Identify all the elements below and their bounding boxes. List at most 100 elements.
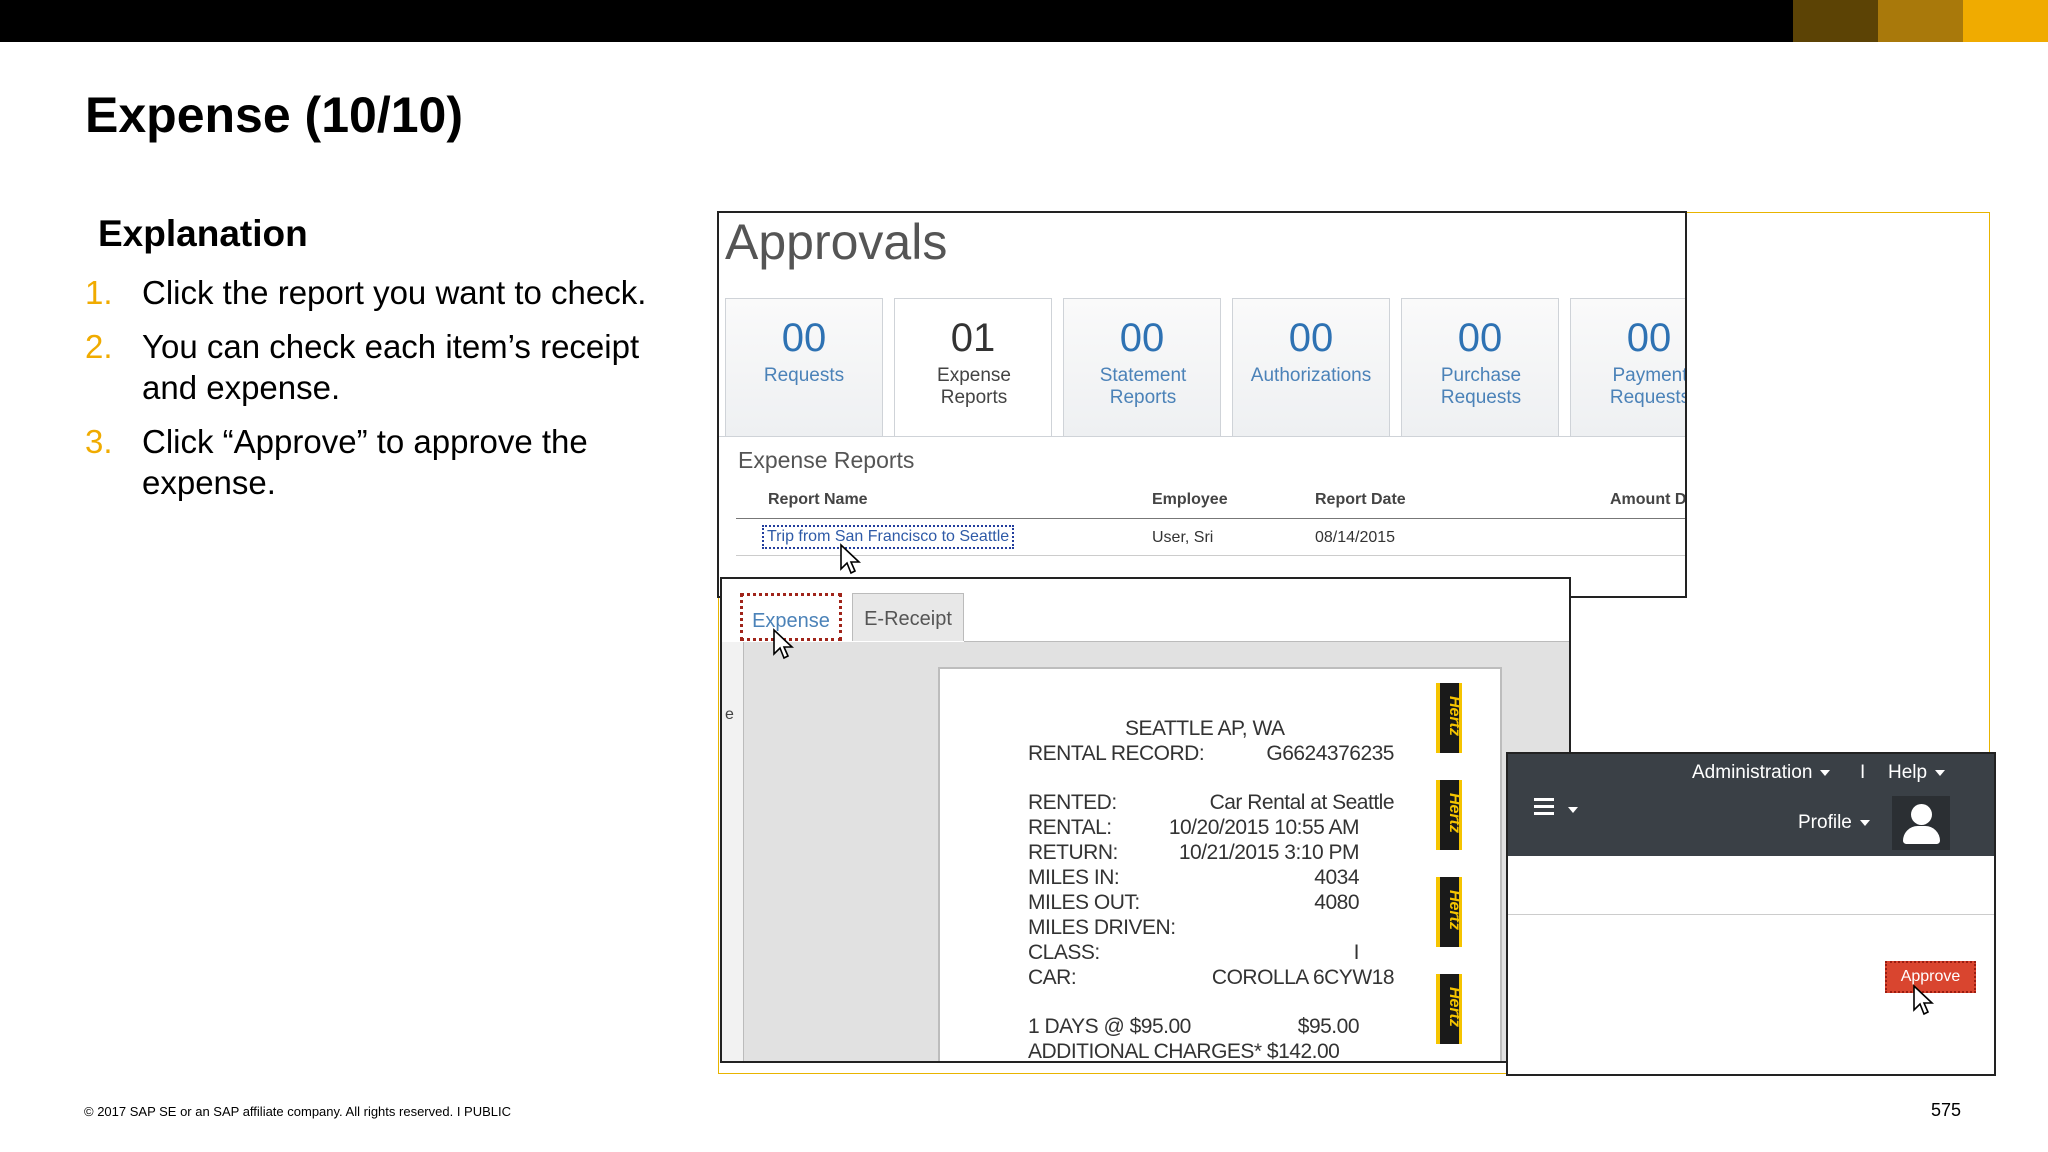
chevron-down-icon (1820, 769, 1831, 776)
hertz-logo: Hertz (1436, 877, 1463, 947)
chevron-down-icon (1935, 769, 1946, 776)
header-separator: I (1860, 762, 1866, 783)
tile-label: Expense Reports (937, 365, 1011, 408)
tile-count: 00 (1626, 316, 1672, 360)
tile-requests[interactable]: 00 Requests (725, 298, 883, 436)
report-link[interactable]: Trip from San Francisco to Seattle (762, 525, 1015, 549)
mouse-pointer-icon (840, 543, 862, 575)
tile-statement-reports[interactable]: 00 Statement Reports (1063, 298, 1221, 436)
hertz-logo: Hertz (1436, 974, 1463, 1044)
receipt-label: RENTAL RECORD: (1028, 742, 1205, 765)
hertz-logo: Hertz (1436, 683, 1463, 753)
receipt-value: I (1353, 941, 1360, 964)
tile-label: Requests (763, 365, 845, 386)
header-divider (736, 518, 1685, 519)
profile-menu[interactable]: Profile (1798, 812, 1870, 834)
help-label: Help (1888, 762, 1928, 783)
tab-e-receipt[interactable]: E-Receipt (852, 593, 964, 641)
step-text: You can check each item’s receipt and ex… (142, 328, 640, 406)
tile-expense-reports[interactable]: 01 Expense Reports (894, 298, 1052, 436)
receipt-label: MILES IN: (1028, 866, 1120, 889)
column-header-amount[interactable]: Amount D (1610, 491, 1685, 509)
receipt-value: 4034 (1314, 866, 1359, 889)
receipt-label: MILES DRIVEN: (1028, 916, 1176, 939)
e-receipt-image: SEATTLE AP, WA RENTAL RECORD: G662437623… (938, 667, 1502, 1063)
step-number: 3. (85, 423, 113, 460)
mouse-pointer-icon (1913, 984, 1935, 1016)
approvals-panel: Approvals 00 Requests 01 Expense Reports… (717, 211, 1687, 598)
accent-swatch-gold (1963, 0, 2048, 42)
profile-label: Profile (1798, 812, 1852, 833)
expense-detail-panel: e Expense E-Receipt SEATTLE AP, WA RENTA… (720, 577, 1571, 1063)
hertz-logo: Hertz (1436, 780, 1463, 850)
column-header-report-name[interactable]: Report Name (768, 491, 868, 509)
tile-label: Statement Reports (1099, 365, 1187, 408)
content-divider (1508, 914, 1994, 915)
receipt-value: COROLLA 6CYW18 (1211, 966, 1395, 989)
receipt-label: ADDITIONAL CHARGES* $142.00 (1028, 1040, 1340, 1063)
approval-tiles: 00 Requests 01 Expense Reports 00 Statem… (719, 285, 1687, 436)
left-side-strip: e (722, 642, 744, 1061)
side-letter: e (725, 706, 734, 723)
expense-reports-heading: Expense Reports (738, 447, 915, 473)
receipt-label: RETURN: (1028, 841, 1118, 864)
column-header-employee[interactable]: Employee (1152, 491, 1228, 509)
receipt-value: 10/21/2015 3:10 PM (1178, 841, 1360, 864)
tile-count: 00 (1288, 316, 1334, 360)
administration-menu[interactable]: Administration (1692, 762, 1831, 784)
step-number: 1. (85, 274, 113, 311)
header-approve-panel: Administration I Help Profile Approve (1506, 752, 1996, 1076)
logo-text: Hertz (1446, 986, 1463, 1027)
administration-label: Administration (1692, 762, 1813, 783)
avatar-icon[interactable] (1892, 796, 1950, 850)
tile-label: Purchase Requests (1440, 365, 1522, 408)
step-number: 2. (85, 328, 113, 365)
row-employee: User, Sri (1152, 529, 1214, 546)
top-bar (0, 0, 2048, 42)
receipt-label: 1 DAYS @ $95.00 (1028, 1015, 1191, 1038)
receipt-label: CLASS: (1028, 941, 1100, 964)
tab-strip-line (964, 641, 1569, 642)
receipt-value: $95.00 (1297, 1015, 1360, 1038)
tile-payment-requests[interactable]: 00 Payment Requests (1570, 298, 1687, 436)
receipt-label: MILES OUT: (1028, 891, 1140, 914)
hamburger-menu-icon[interactable] (1534, 798, 1554, 819)
tile-authorizations[interactable]: 00 Authorizations (1232, 298, 1390, 436)
logo-text: Hertz (1446, 695, 1463, 736)
page-number: 575 (1931, 1100, 1962, 1120)
column-header-report-date[interactable]: Report Date (1315, 491, 1406, 509)
receipt-value: G6624376235 (1266, 742, 1394, 765)
app-header-bar: Administration I Help Profile (1508, 754, 1994, 856)
copyright-footer: © 2017 SAP SE or an SAP affiliate compan… (84, 1104, 512, 1119)
step-item: 2. You can check each item’s receipt and… (85, 326, 685, 408)
slide-title: Expense (10/10) (85, 87, 463, 143)
receipt-label: RENTED: (1028, 791, 1117, 814)
logo-text: Hertz (1446, 889, 1463, 930)
help-menu[interactable]: Help (1888, 762, 1946, 784)
receipt-label: RENTAL: (1028, 816, 1112, 839)
tile-label: Authorizations (1250, 365, 1372, 386)
chevron-down-icon (1859, 819, 1870, 826)
receipt-value: 4080 (1314, 891, 1359, 914)
step-item: 3. Click “Approve” to approve the expens… (85, 421, 685, 503)
step-item: 1. Click the report you want to check. (85, 272, 685, 313)
tile-label: Payment Requests (1609, 365, 1687, 408)
tile-count: 00 (1119, 316, 1165, 360)
mouse-pointer-icon (773, 628, 795, 660)
row-report-date: 08/14/2015 (1315, 529, 1396, 546)
accent-swatch-mid (1878, 0, 1963, 42)
receipt-label: CAR: (1028, 966, 1077, 989)
step-text: Click “Approve” to approve the expense. (142, 423, 588, 501)
receipt-value: 10/20/2015 10:55 AM (1168, 816, 1360, 839)
tile-purchase-requests[interactable]: 00 Purchase Requests (1401, 298, 1559, 436)
logo-text: Hertz (1446, 792, 1463, 833)
tile-count: 00 (781, 316, 827, 360)
steps-list: 1. Click the report you want to check. 2… (85, 272, 685, 516)
receipt-value: Car Rental at Seattle (1209, 791, 1395, 814)
tile-count: 01 (950, 316, 996, 360)
approvals-title: Approvals (725, 214, 948, 270)
tiles-divider (719, 436, 1685, 437)
tile-count: 00 (1457, 316, 1503, 360)
step-text: Click the report you want to check. (142, 274, 647, 311)
receipt-location: SEATTLE AP, WA (1125, 717, 1285, 740)
